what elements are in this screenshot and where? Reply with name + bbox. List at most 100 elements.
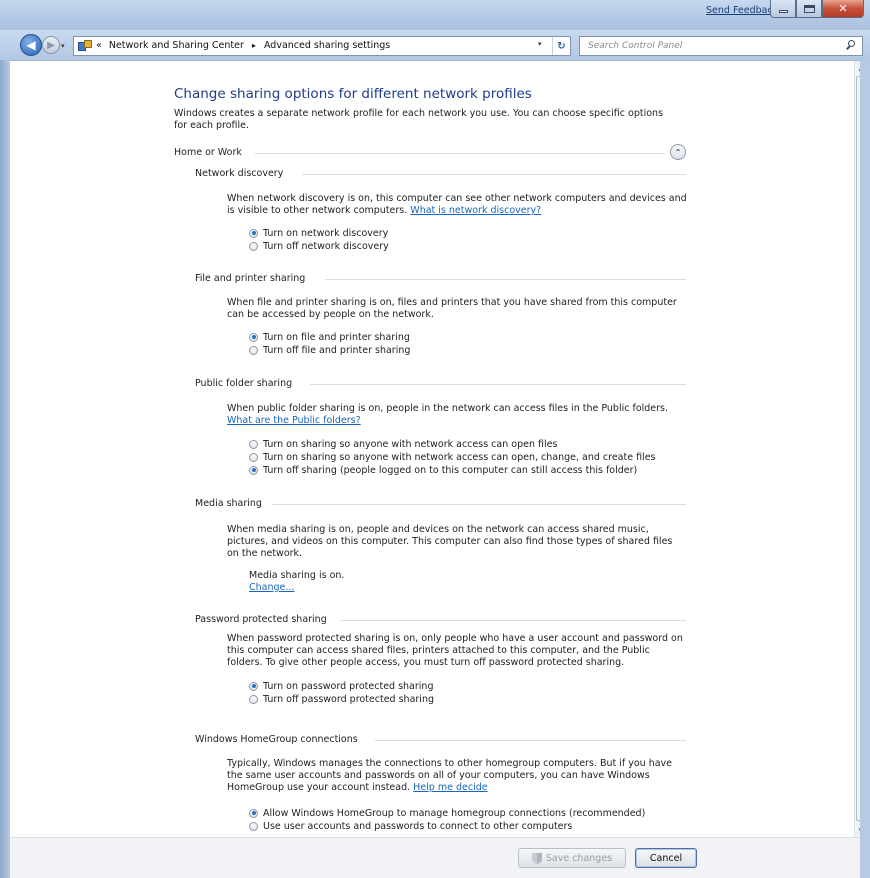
radio-label: Turn on network discovery [263,227,389,239]
radio-button[interactable] [249,465,258,475]
address-dropdown-icon[interactable]: ▾ [538,40,542,48]
radio-button[interactable] [249,681,258,691]
radio-use-user-accounts[interactable]: Use user accounts and passwords to conne… [249,820,572,832]
arrow-down-icon: ▼ [859,827,860,835]
media-sharing-description: When media sharing is on, people and dev… [227,524,673,559]
radio-turn-off-file-printer-sharing[interactable]: Turn off file and printer sharing [249,344,410,356]
radio-button[interactable] [249,228,258,238]
radio-label: Allow Windows HomeGroup to manage homegr… [263,807,646,819]
forward-arrow-icon: ▶ [47,39,55,51]
radio-button[interactable] [249,452,258,462]
divider [302,174,686,175]
radio-label: Turn off password protected sharing [263,693,434,705]
radio-label: Turn off file and printer sharing [263,344,411,356]
navigation-bar: ◀ ▶ ▾ « Network and Sharing Center ▸ Adv… [0,30,870,60]
breadcrumb-overflow[interactable]: « [96,40,102,51]
scroll-down-button[interactable]: ▼ [855,824,860,837]
back-button[interactable]: ◀ [20,34,42,56]
radio-sharing-open-change-create[interactable]: Turn on sharing so anyone with network a… [249,451,656,463]
radio-turn-on-network-discovery[interactable]: Turn on network discovery [249,227,388,239]
radio-turn-off-public-sharing[interactable]: Turn off sharing (people logged on to th… [249,464,637,476]
divider [310,384,686,385]
file-printer-description: When file and printer sharing is on, fil… [227,297,677,320]
breadcrumb-network-sharing-center[interactable]: Network and Sharing Center [109,40,244,51]
radio-sharing-open-files[interactable]: Turn on sharing so anyone with network a… [249,438,557,450]
main-content: Change sharing options for different net… [10,60,860,837]
radio-button[interactable] [249,332,258,342]
section-homegroup-connections: Windows HomeGroup connections [195,734,358,745]
media-sharing-change-link[interactable]: Change... [249,582,294,594]
title-bar: Send Feedback ✕ [0,0,870,30]
public-folders-help-link[interactable]: What are the Public folders? [227,415,361,426]
vertical-scrollbar[interactable]: ▲ ▼ [854,61,860,837]
search-box[interactable]: Search Control Panel [579,36,863,56]
radio-button[interactable] [249,439,258,449]
radio-label: Turn on sharing so anyone with network a… [263,438,558,450]
caption-buttons: ✕ [770,0,864,18]
close-icon: ✕ [838,2,848,15]
cancel-button[interactable]: Cancel [635,848,697,868]
network-discovery-help-link[interactable]: What is network discovery? [410,205,541,216]
radio-turn-on-file-printer-sharing[interactable]: Turn on file and printer sharing [249,331,410,343]
window-frame-left [0,60,10,878]
radio-label: Turn on file and printer sharing [263,331,410,343]
radio-button[interactable] [249,345,258,355]
radio-button[interactable] [249,821,258,831]
scrollbar-thumb[interactable] [856,76,860,821]
public-folder-description: When public folder sharing is on, people… [227,403,669,426]
footer-bar: Save changes Cancel [10,837,860,878]
divider [325,279,686,280]
network-discovery-description: When network discovery is on, this compu… [227,193,687,216]
save-changes-label: Save changes [545,852,613,864]
profile-header-home-or-work[interactable]: Home or Work [174,147,242,158]
section-media-sharing: Media sharing [195,498,262,509]
radio-turn-off-password-sharing[interactable]: Turn off password protected sharing [249,693,434,705]
divider [340,620,686,621]
radio-button[interactable] [249,694,258,704]
radio-button[interactable] [249,241,258,251]
section-file-printer-sharing: File and printer sharing [195,273,306,284]
help-me-decide-link[interactable]: Help me decide [413,782,487,793]
radio-turn-off-network-discovery[interactable]: Turn off network discovery [249,240,389,252]
recent-pages-dropdown[interactable]: ▾ [61,42,65,50]
send-feedback-link[interactable]: Send Feedback [706,5,778,16]
refresh-icon: ↻ [557,40,566,52]
password-sharing-description: When password protected sharing is on, o… [227,633,683,668]
breadcrumb: « Network and Sharing Center ▸ Advanced … [96,40,390,51]
breadcrumb-separator-icon[interactable]: ▸ [252,41,256,50]
radio-turn-on-password-sharing[interactable]: Turn on password protected sharing [249,680,433,692]
radio-allow-homegroup-manage[interactable]: Allow Windows HomeGroup to manage homegr… [249,807,645,819]
refresh-button[interactable]: ↻ [552,37,570,55]
minimize-button[interactable] [770,0,796,18]
chevron-up-icon: ⌃ [674,147,682,157]
radio-label: Turn on password protected sharing [263,680,434,692]
divider [375,740,686,741]
arrow-up-icon: ▲ [859,64,860,72]
save-changes-button[interactable]: Save changes [518,848,626,868]
minimize-icon [778,10,788,13]
control-panel-icon [78,40,92,52]
collapse-profile-button[interactable]: ⌃ [670,144,686,160]
homegroup-description: Typically, Windows manages the connectio… [227,758,673,793]
section-public-folder-sharing: Public folder sharing [195,378,293,389]
section-password-protected-sharing: Password protected sharing [195,614,327,625]
search-input[interactable]: Search Control Panel [588,41,682,51]
uac-shield-icon [531,852,542,864]
radio-label: Turn off sharing (people logged on to th… [263,464,638,476]
search-icon[interactable] [846,40,856,50]
close-button[interactable]: ✕ [822,0,864,18]
forward-button[interactable]: ▶ [42,36,60,54]
maximize-icon [803,4,815,13]
divider [272,504,686,505]
maximize-button[interactable] [796,0,822,18]
page-title: Change sharing options for different net… [174,86,532,102]
breadcrumb-advanced-sharing[interactable]: Advanced sharing settings [264,40,390,51]
scroll-up-button[interactable]: ▲ [855,61,860,75]
radio-button[interactable] [249,808,258,818]
back-arrow-icon: ◀ [26,38,36,52]
address-bar[interactable]: « Network and Sharing Center ▸ Advanced … [73,36,571,56]
divider [255,153,665,154]
page-description: Windows creates a separate network profi… [174,108,663,131]
radio-label: Use user accounts and passwords to conne… [263,820,573,832]
media-sharing-status: Media sharing is on. [249,570,345,581]
